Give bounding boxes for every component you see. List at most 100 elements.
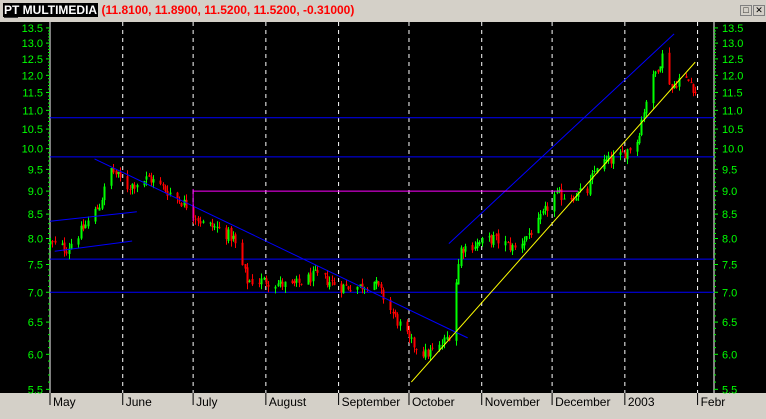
candle-body	[645, 101, 648, 114]
window-title-bar: PT MULTIMEDIA (11.8100, 11.8900, 11.5200…	[0, 0, 766, 22]
y-tick-label-right: 12.0	[722, 70, 743, 82]
y-tick-label-right: 6.5	[722, 317, 737, 329]
candle-body	[117, 171, 120, 174]
trend-line	[49, 211, 137, 222]
month-label: July	[196, 395, 217, 409]
candle-body	[692, 84, 695, 93]
y-tick-label-left: 11.0	[22, 105, 43, 117]
candle-body	[49, 241, 52, 245]
candle-body	[331, 280, 334, 282]
candle-body	[209, 222, 212, 224]
candle-body	[537, 217, 540, 234]
candle-body	[300, 283, 303, 285]
trend-line	[94, 158, 468, 339]
chart-title: PT MULTIMEDIA (11.8100, 11.8900, 11.5200…	[3, 3, 354, 17]
candle-body	[246, 267, 249, 284]
y-tick-label-right: 13.0	[722, 38, 743, 50]
candle-body	[373, 281, 376, 290]
candle-body	[399, 321, 402, 326]
candle-body	[119, 172, 122, 178]
candle-body	[263, 277, 266, 280]
candle-body	[281, 281, 284, 287]
y-tick-label-left: 13.0	[22, 38, 43, 50]
candle-body	[202, 221, 205, 223]
candle-body	[394, 311, 397, 315]
y-tick-label-left: 8.5	[28, 209, 43, 221]
candle-body	[610, 157, 613, 164]
candle-body	[232, 235, 235, 239]
candle-body	[429, 349, 432, 357]
candle-body	[345, 284, 348, 286]
candle-body	[295, 278, 298, 283]
y-tick-label-left: 12.5	[22, 54, 43, 66]
candle-body	[410, 337, 413, 339]
candle-body	[197, 217, 200, 222]
candle-body	[593, 171, 596, 173]
candle-body	[180, 202, 183, 207]
candle-body	[553, 194, 556, 212]
y-tick-label-left: 10.0	[22, 144, 43, 156]
candle-body	[490, 235, 493, 244]
candle-body	[657, 69, 660, 73]
restore-window-button[interactable]: □	[740, 5, 752, 16]
y-tick-label-left: 6.0	[28, 349, 43, 361]
candle-body	[380, 284, 383, 289]
month-label: June	[126, 395, 152, 409]
candle-body	[586, 188, 589, 194]
candle-body	[145, 176, 148, 180]
candle-body	[427, 349, 430, 357]
y-tick-label-right: 8.5	[722, 209, 737, 221]
candle-body	[476, 242, 479, 248]
candle-body	[213, 226, 216, 228]
candle-body	[626, 149, 629, 160]
candle-body	[194, 218, 197, 220]
candle-body	[349, 290, 352, 292]
candle-body	[492, 235, 495, 245]
candle-body	[218, 227, 221, 229]
candle-body	[51, 241, 54, 243]
candle-body	[481, 237, 484, 244]
y-tick-label-left: 9.0	[28, 186, 43, 198]
close-window-button[interactable]: ✕	[753, 5, 765, 16]
candle-body	[589, 180, 592, 195]
y-tick-label-right: 11.5	[722, 87, 743, 99]
y-tick-label-left: 7.0	[28, 287, 43, 299]
candle-body	[77, 238, 80, 245]
candle-body	[636, 142, 639, 152]
candle-body	[333, 282, 336, 285]
candle-body	[443, 337, 446, 344]
candle-body	[314, 269, 317, 271]
candle-body	[65, 251, 68, 254]
candle-body	[621, 151, 624, 153]
ohlc-values: (11.8100, 11.8900, 11.5200, 11.5200, -0.…	[101, 3, 355, 17]
y-tick-label-left: 6.5	[28, 317, 43, 329]
candle-body	[563, 198, 566, 200]
candle-body	[260, 278, 263, 285]
candle-body	[542, 210, 545, 214]
y-tick-label-right: 11.0	[722, 105, 743, 117]
candle-body	[415, 349, 418, 351]
candle-body	[267, 284, 270, 287]
candle-body	[258, 282, 261, 284]
price-chart[interactable]: 5.5 5.56.0 6.06.5 6.57.0 7.07.5 7.58.0 8.08.5 8…	[0, 22, 766, 419]
candle-body	[661, 53, 664, 69]
candle-body	[462, 248, 465, 254]
candle-body	[185, 199, 188, 209]
y-tick-label-right: 7.5	[722, 259, 737, 271]
y-tick-label-left: 12.0	[22, 70, 43, 82]
candle-body	[690, 82, 693, 84]
candle-body	[316, 270, 319, 273]
y-tick-label-left: 5.5	[28, 384, 43, 396]
candle-body	[284, 281, 287, 287]
candle-body	[528, 233, 531, 235]
candle-body	[652, 74, 655, 104]
candle-body	[265, 278, 268, 285]
candle-body	[694, 91, 697, 93]
candle-body	[347, 286, 350, 290]
candle-body	[234, 234, 237, 244]
y-tick-label-right: 6.0	[722, 349, 737, 361]
month-label: August	[269, 395, 307, 409]
candle-body	[539, 214, 542, 220]
y-tick-label-left: 10.5	[22, 124, 43, 136]
candle-body	[377, 281, 380, 286]
